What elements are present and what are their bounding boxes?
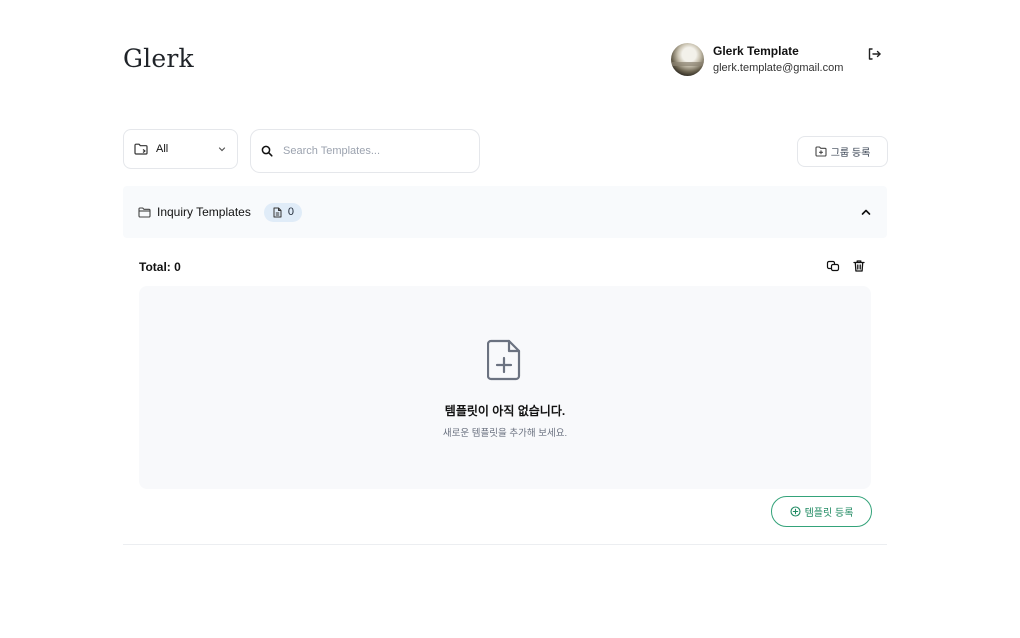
folder-icon [134,143,148,155]
add-template-label: 템플릿 등록 [804,508,854,519]
trash-icon[interactable] [852,259,866,273]
template-search[interactable] [250,129,480,173]
copy-icon[interactable] [826,259,840,273]
logout-icon[interactable] [866,46,882,62]
group-filter-select[interactable]: All [123,129,238,169]
folder-plus-icon [815,146,827,157]
chevron-down-icon [218,147,226,152]
file-plus-icon [487,339,521,381]
total-count: Total: 0 [139,260,181,274]
plus-circle-icon [790,506,801,517]
chevron-up-icon[interactable] [860,206,872,218]
user-email: glerk.template@gmail.com [713,62,844,74]
app-logo[interactable]: Glerk [123,44,194,73]
empty-state-panel [139,286,871,489]
divider [123,544,887,545]
filter-selected-value: All [156,143,169,155]
empty-state-subtitle: 새로운 템플릿을 추가해 보세요. [442,428,568,439]
search-icon [261,145,273,157]
user-name: Glerk Template [713,44,799,58]
add-template-button[interactable]: 템플릿 등록 [771,496,872,527]
group-title: Inquiry Templates [157,205,251,219]
folder-icon [138,206,151,218]
group-register-button[interactable]: 그룹 등록 [797,136,888,167]
user-profile[interactable]: Glerk Template glerk.template@gmail.com [671,43,843,76]
empty-state-title: 템플릿이 아직 없습니다. [444,404,566,418]
group-register-label: 그룹 등록 [830,148,871,159]
template-count-badge: 0 [263,202,302,222]
user-info: Glerk Template glerk.template@gmail.com [713,43,843,76]
file-icon [273,207,282,217]
avatar [671,43,704,76]
template-group-header[interactable]: Inquiry Templates 0 [123,186,887,238]
template-count: 0 [287,206,294,218]
search-input[interactable] [283,145,463,157]
